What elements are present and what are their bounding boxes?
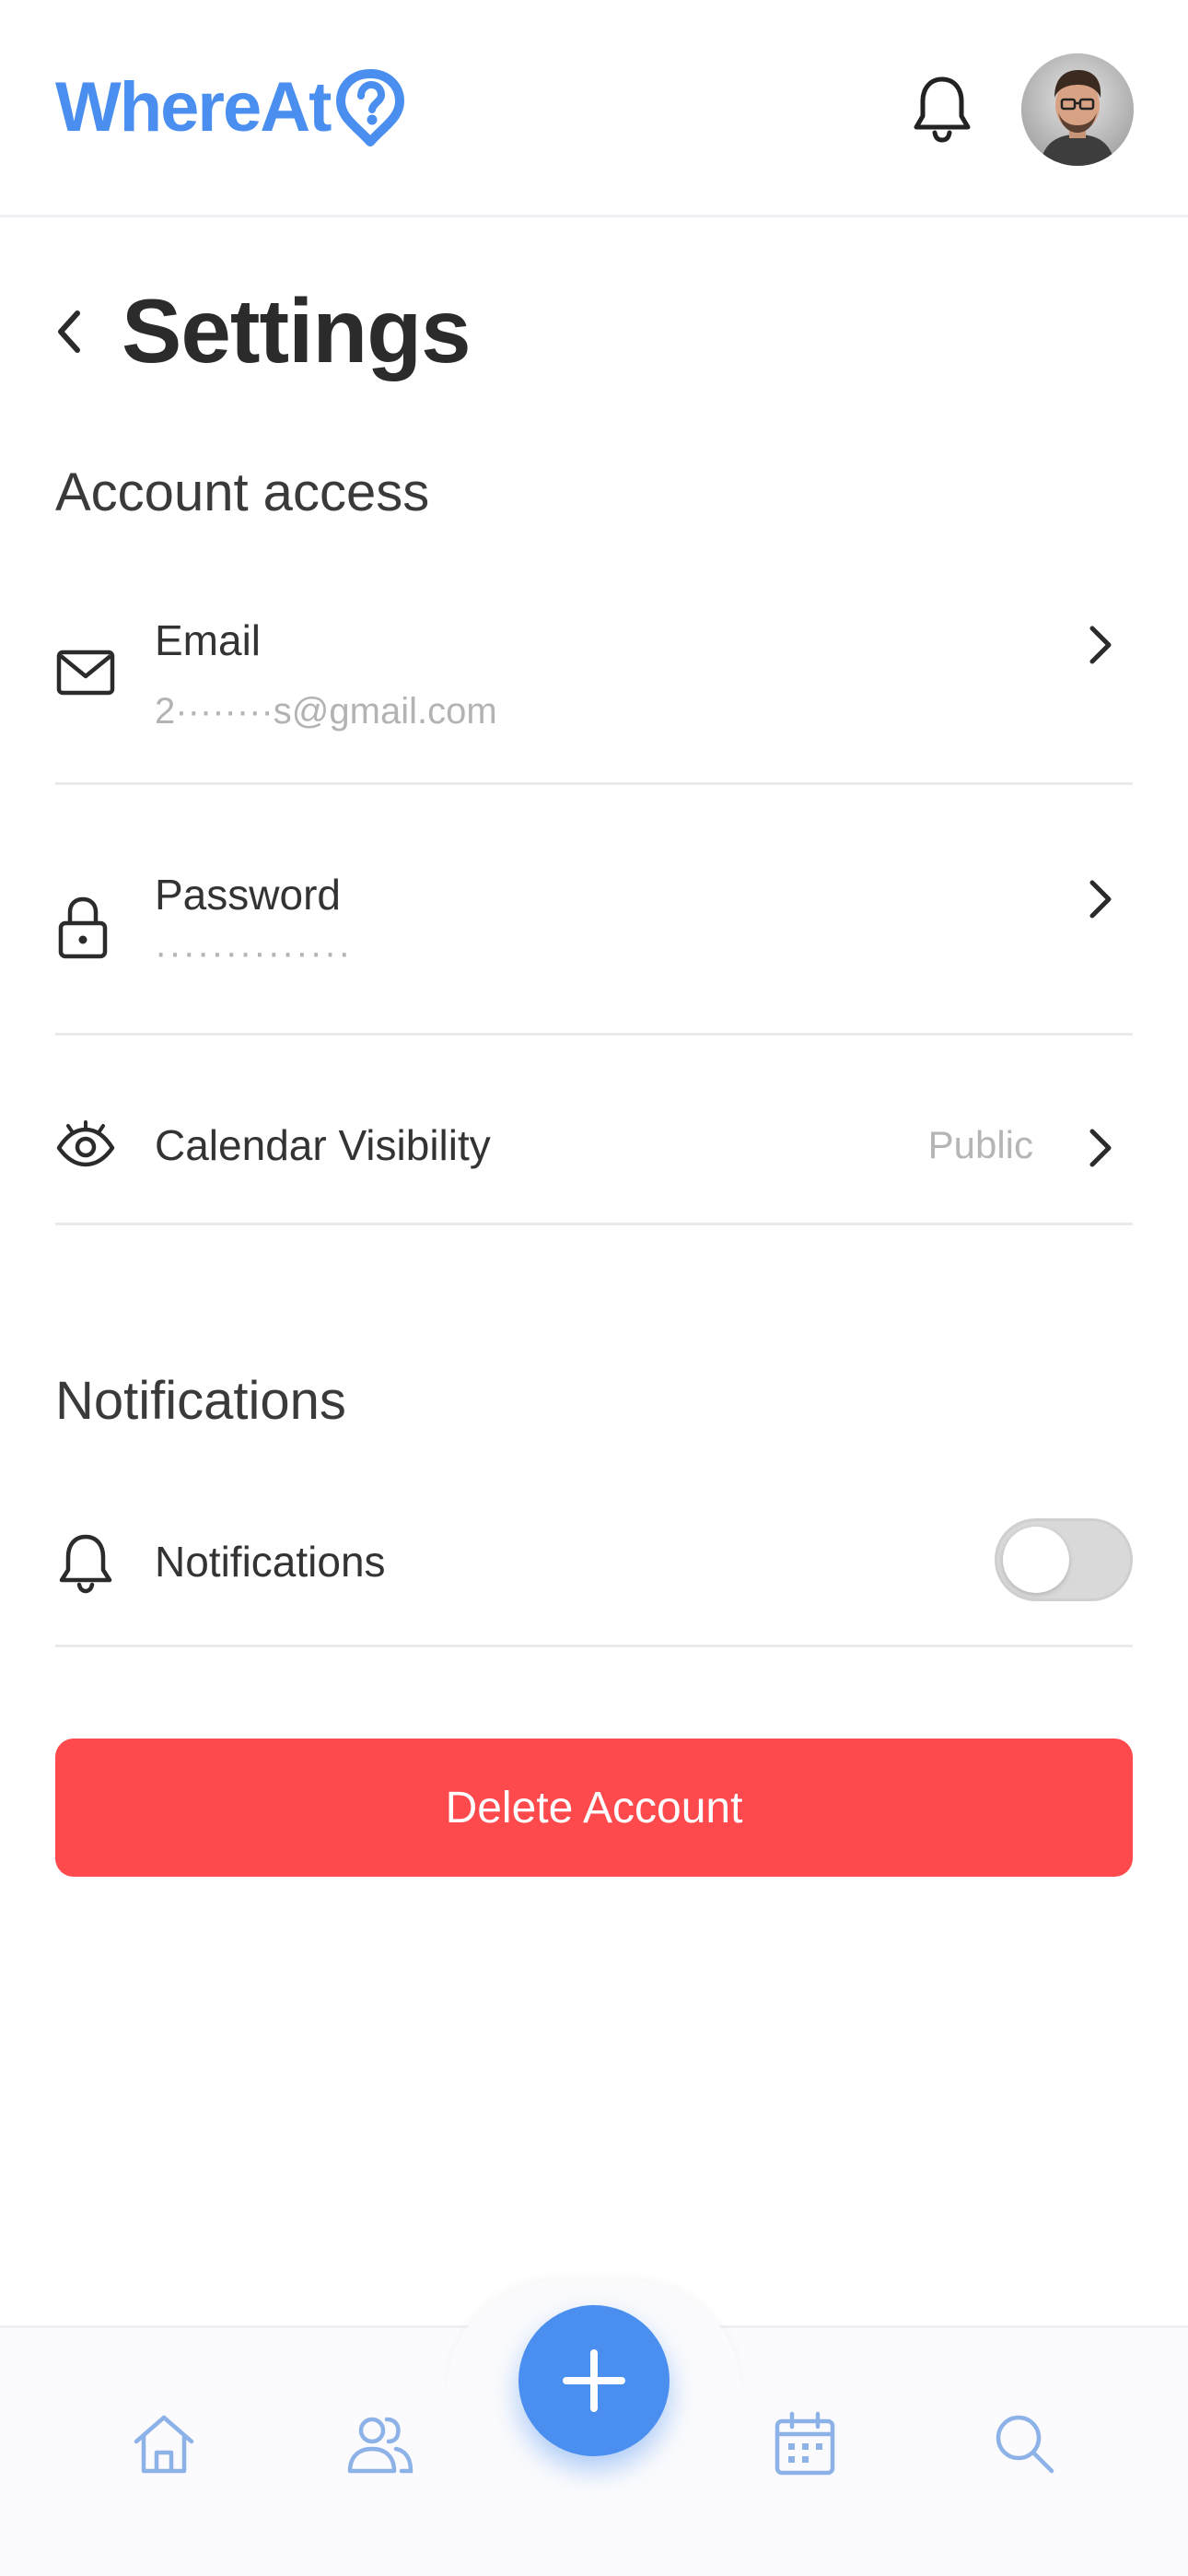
logo-text: WhereAt xyxy=(55,68,332,146)
home-icon[interactable] xyxy=(129,2408,199,2478)
calendar-icon[interactable] xyxy=(770,2408,840,2478)
calendar-visibility-label: Calendar Visibility xyxy=(155,1121,491,1169)
calendar-visibility-value: Public xyxy=(927,1123,1033,1166)
account-access-heading: Account access xyxy=(55,463,430,522)
settings-screen: WhereAt Settings Account access Email 2·… xyxy=(0,0,1188,2576)
bell-icon xyxy=(59,1534,112,1594)
bell-icon[interactable] xyxy=(910,74,974,144)
question-pin-icon xyxy=(336,69,405,146)
user-avatar-icon xyxy=(1021,53,1134,166)
chevron-right-icon xyxy=(1089,880,1112,919)
toggle-knob xyxy=(1003,1527,1069,1593)
avatar[interactable] xyxy=(1021,53,1134,166)
page-title: Settings xyxy=(122,280,472,381)
email-row[interactable]: Email 2········s@gmail.com xyxy=(55,571,1133,785)
back-chevron-icon[interactable] xyxy=(48,304,88,359)
password-label: Password xyxy=(155,871,341,919)
add-button[interactable] xyxy=(518,2305,670,2456)
eye-icon xyxy=(56,1120,115,1167)
password-row[interactable]: Password ·············· xyxy=(55,785,1133,1036)
people-icon[interactable] xyxy=(344,2408,414,2478)
plus-icon xyxy=(563,2349,625,2412)
email-label: Email xyxy=(155,616,262,664)
mail-icon xyxy=(56,650,115,696)
top-bar: WhereAt xyxy=(0,0,1188,217)
app-logo[interactable]: WhereAt xyxy=(55,66,409,149)
notifications-row: Notifications xyxy=(55,1474,1133,1647)
email-value: 2········s@gmail.com xyxy=(155,691,497,732)
calendar-visibility-row[interactable]: Calendar Visibility Public xyxy=(55,1036,1133,1225)
notifications-label: Notifications xyxy=(155,1538,386,1586)
lock-icon xyxy=(58,896,108,959)
search-icon[interactable] xyxy=(989,2408,1059,2478)
chevron-right-icon xyxy=(1089,1129,1112,1167)
notifications-heading: Notifications xyxy=(55,1371,346,1431)
password-value: ·············· xyxy=(155,932,353,973)
notifications-toggle[interactable] xyxy=(995,1518,1133,1601)
chevron-right-icon xyxy=(1089,626,1112,664)
delete-account-button[interactable]: Delete Account xyxy=(55,1739,1133,1877)
